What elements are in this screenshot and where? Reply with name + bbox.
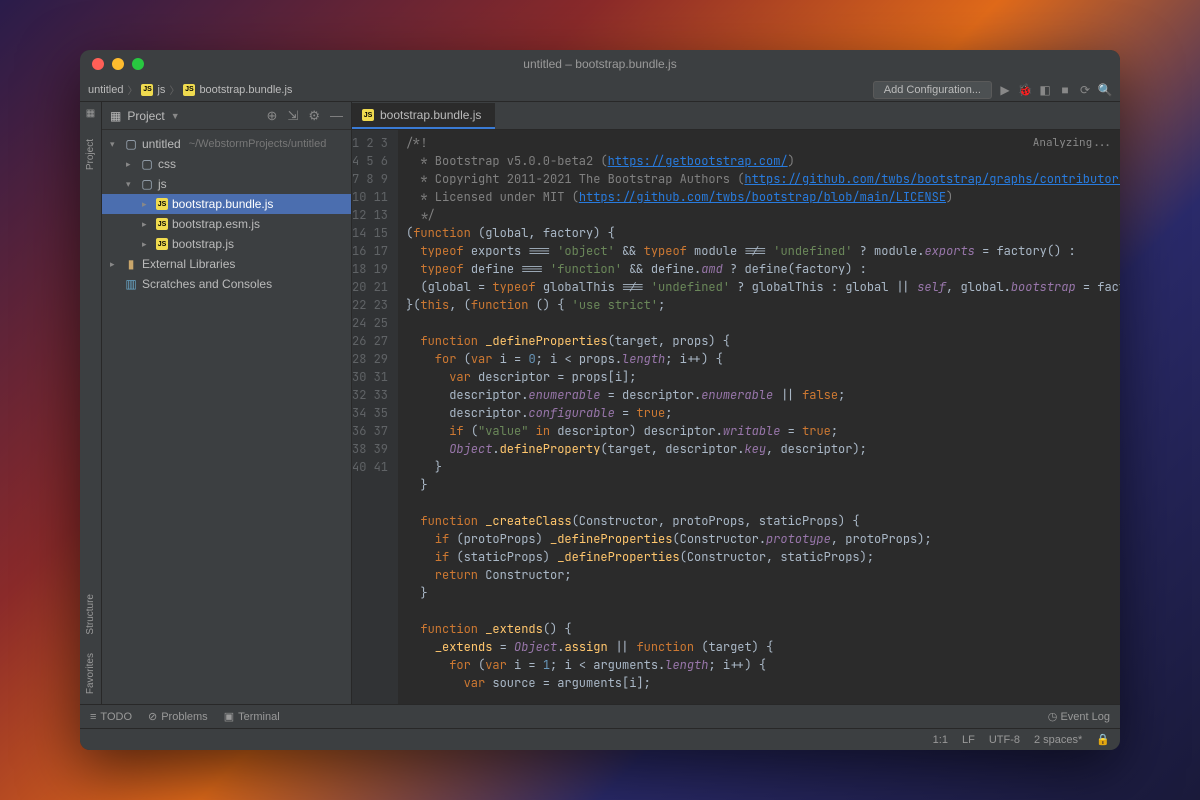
left-tool-strip: ▦ Project Structure Favorites <box>80 102 102 704</box>
event-log-button[interactable]: ◷ Event Log <box>1048 711 1110 723</box>
structure-toolwindow-label[interactable]: Structure <box>85 594 96 635</box>
code-editor[interactable]: Analyzing... 1 2 3 4 5 6 7 8 9 10 11 12 … <box>352 130 1120 704</box>
run-icon[interactable]: ▶ <box>998 83 1012 97</box>
tree-scratches[interactable]: ▥ Scratches and Consoles <box>102 274 351 294</box>
favorites-toolwindow-label[interactable]: Favorites <box>85 653 96 694</box>
window-title: untitled – bootstrap.bundle.js <box>80 57 1120 71</box>
js-file-icon: JS <box>362 109 374 121</box>
folder-icon: ▢ <box>140 157 154 171</box>
tree-path-hint: ~/WebstormProjects/untitled <box>189 138 327 150</box>
bottom-tool-bar: ≡ TODO ⊘ Problems ▣ Terminal ◷ Event Log <box>80 704 1120 728</box>
status-bar: 1:1 LF UTF-8 2 spaces* 🔒 <box>80 728 1120 750</box>
project-panel: ▦ Project ▼ ⊕ ⇲ ⚙ — ▾ ▢ untitled ~/Webst… <box>102 102 352 704</box>
chevron-right-icon[interactable]: ▸ <box>142 239 152 250</box>
chevron-down-icon[interactable]: ▾ <box>126 179 136 190</box>
js-file-icon: JS <box>156 198 168 210</box>
locate-icon[interactable]: ⊕ <box>267 108 278 124</box>
tab-bar: JS bootstrap.bundle.js <box>352 102 1120 130</box>
breadcrumb-folder[interactable]: js <box>157 84 165 96</box>
update-icon[interactable]: ⟳ <box>1078 83 1092 97</box>
tree-label: External Libraries <box>142 257 235 271</box>
js-file-icon: JS <box>183 84 195 96</box>
chevron-right-icon: 〉 <box>127 82 137 97</box>
gear-icon[interactable]: ⚙ <box>308 108 320 124</box>
tree-label: css <box>158 157 176 171</box>
breadcrumb: untitled 〉 JS js 〉 JS bootstrap.bundle.j… <box>88 82 292 97</box>
code-content[interactable]: /*! * Bootstrap v5.0.0-beta2 (https://ge… <box>398 130 1120 704</box>
chevron-right-icon[interactable]: ▸ <box>126 159 136 170</box>
chevron-right-icon[interactable]: ▸ <box>142 199 152 210</box>
project-dropdown-icon[interactable]: ▦ <box>110 109 121 123</box>
tab-bootstrap-bundle[interactable]: JS bootstrap.bundle.js <box>352 103 495 129</box>
project-panel-header: ▦ Project ▼ ⊕ ⇲ ⚙ — <box>102 102 351 130</box>
line-number-gutter: 1 2 3 4 5 6 7 8 9 10 11 12 13 14 15 16 1… <box>352 130 398 704</box>
line-separator[interactable]: LF <box>962 734 975 746</box>
chevron-right-icon: 〉 <box>169 82 179 97</box>
lock-icon[interactable]: 🔒 <box>1096 733 1110 746</box>
coverage-icon[interactable]: ◧ <box>1038 83 1052 97</box>
chevron-down-icon[interactable]: ▼ <box>171 111 180 121</box>
chevron-right-icon[interactable]: ▸ <box>110 259 120 270</box>
tree-project-root[interactable]: ▾ ▢ untitled ~/WebstormProjects/untitled <box>102 134 351 154</box>
window-controls <box>80 58 144 70</box>
breadcrumb-project[interactable]: untitled <box>88 84 123 96</box>
project-toolwindow-icon[interactable]: ▦ <box>86 108 95 119</box>
tree-label: Scratches and Consoles <box>142 277 272 291</box>
project-toolwindow-label[interactable]: Project <box>85 139 96 170</box>
scratch-icon: ▥ <box>124 277 138 291</box>
indent-setting[interactable]: 2 spaces* <box>1034 734 1082 746</box>
todo-toolwindow-button[interactable]: ≡ TODO <box>90 710 132 723</box>
file-encoding[interactable]: UTF-8 <box>989 734 1020 746</box>
search-everywhere-icon[interactable]: 🔍 <box>1098 83 1112 97</box>
tree-label: bootstrap.esm.js <box>172 217 260 231</box>
tree-file-bootstrap-js[interactable]: ▸ JS bootstrap.js <box>102 234 351 254</box>
toolbar-right: Add Configuration... ▶ 🐞 ◧ ■ ⟳ 🔍 <box>873 81 1112 99</box>
expand-all-icon[interactable]: ⇲ <box>287 108 298 124</box>
tree-folder-css[interactable]: ▸ ▢ css <box>102 154 351 174</box>
titlebar: untitled – bootstrap.bundle.js <box>80 50 1120 78</box>
tree-file-bootstrap-esm[interactable]: ▸ JS bootstrap.esm.js <box>102 214 351 234</box>
tree-folder-js[interactable]: ▾ ▢ js <box>102 174 351 194</box>
tree-label: untitled <box>142 137 181 151</box>
folder-icon: ▢ <box>124 137 138 151</box>
library-icon: ▮ <box>124 257 138 271</box>
breadcrumb-file[interactable]: bootstrap.bundle.js <box>199 84 292 96</box>
js-file-icon: JS <box>156 238 168 250</box>
main-area: ▦ Project Structure Favorites ▦ Project … <box>80 102 1120 704</box>
project-panel-title[interactable]: Project <box>127 109 164 123</box>
tree-label: bootstrap.bundle.js <box>172 197 273 211</box>
folder-icon: ▢ <box>140 177 154 191</box>
problems-toolwindow-button[interactable]: ⊘ Problems <box>148 710 208 723</box>
minimize-window-icon[interactable] <box>112 58 124 70</box>
maximize-window-icon[interactable] <box>132 58 144 70</box>
close-window-icon[interactable] <box>92 58 104 70</box>
chevron-down-icon[interactable]: ▾ <box>110 139 120 150</box>
project-tree[interactable]: ▾ ▢ untitled ~/WebstormProjects/untitled… <box>102 130 351 704</box>
tree-file-bootstrap-bundle[interactable]: ▸ JS bootstrap.bundle.js <box>102 194 351 214</box>
editor-area: JS bootstrap.bundle.js Analyzing... 1 2 … <box>352 102 1120 704</box>
tree-label: bootstrap.js <box>172 237 234 251</box>
tree-external-libraries[interactable]: ▸ ▮ External Libraries <box>102 254 351 274</box>
chevron-right-icon[interactable]: ▸ <box>142 219 152 230</box>
analyzing-indicator: Analyzing... <box>1033 134 1112 152</box>
hide-panel-icon[interactable]: — <box>330 108 343 123</box>
tree-label: js <box>158 177 167 191</box>
js-file-icon: JS <box>156 218 168 230</box>
tab-label: bootstrap.bundle.js <box>380 108 481 122</box>
navigation-bar: untitled 〉 JS js 〉 JS bootstrap.bundle.j… <box>80 78 1120 102</box>
debug-icon[interactable]: 🐞 <box>1018 83 1032 97</box>
js-file-icon: JS <box>141 84 153 96</box>
terminal-toolwindow-button[interactable]: ▣ Terminal <box>224 710 280 723</box>
ide-window: untitled – bootstrap.bundle.js untitled … <box>80 50 1120 750</box>
caret-position[interactable]: 1:1 <box>933 734 948 746</box>
stop-icon[interactable]: ■ <box>1058 83 1072 97</box>
add-configuration-button[interactable]: Add Configuration... <box>873 81 992 99</box>
